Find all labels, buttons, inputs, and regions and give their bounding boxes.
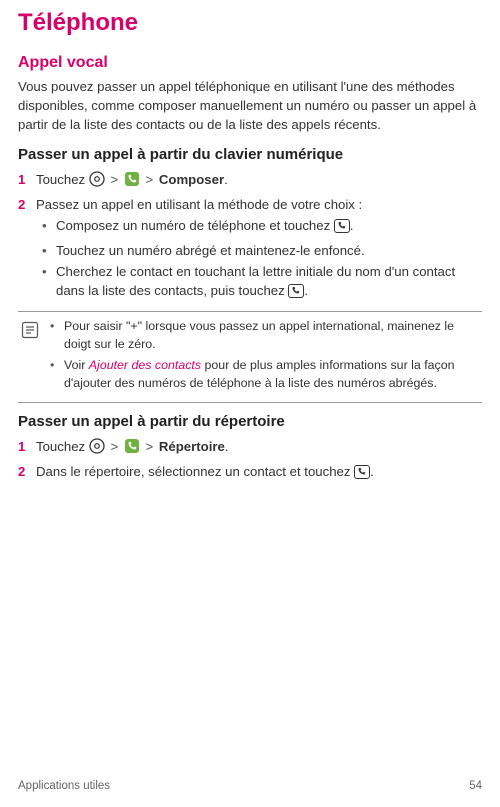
s1-b3-suffix: . bbox=[304, 283, 308, 298]
s1-step1-target: Composer bbox=[159, 172, 224, 187]
step-number: 1 bbox=[18, 437, 36, 459]
s1-b2-text: Touchez un numéro abrégé et maintenez-le… bbox=[56, 241, 365, 260]
chevron-right-icon: > bbox=[108, 437, 120, 456]
note-box: • Pour saisir "+" lorsque vous passez un… bbox=[18, 311, 482, 403]
page-number: 54 bbox=[469, 778, 482, 795]
bullet-icon: • bbox=[50, 318, 64, 354]
s1-b3-text: Cherchez le contact en touchant la lettr… bbox=[56, 264, 455, 298]
chevron-right-icon: > bbox=[144, 170, 156, 189]
s2-step2-text: Dans le répertoire, sélectionnez un cont… bbox=[36, 464, 354, 479]
s2-step1-target: Répertoire bbox=[159, 439, 225, 454]
bullet-icon: • bbox=[42, 216, 56, 238]
note2-prefix: Voir bbox=[64, 358, 89, 372]
call-icon bbox=[354, 465, 370, 484]
note-item1: • Pour saisir "+" lorsque vous passez un… bbox=[50, 318, 480, 354]
s2-step1-text: Touchez bbox=[36, 439, 89, 454]
link-ajouter-contacts[interactable]: Ajouter des contacts bbox=[89, 358, 201, 372]
home-circle-icon bbox=[89, 171, 105, 192]
call-icon bbox=[334, 219, 350, 238]
note-icon bbox=[20, 318, 50, 396]
step-number: 2 bbox=[18, 195, 36, 305]
bullet-icon: • bbox=[42, 241, 56, 260]
chevron-right-icon: > bbox=[144, 437, 156, 456]
dialer-app-icon bbox=[124, 438, 140, 459]
s1-bullet2: • Touchez un numéro abrégé et maintenez-… bbox=[36, 241, 482, 260]
dialer-app-icon bbox=[124, 171, 140, 192]
s2-step2-suffix: . bbox=[370, 464, 374, 479]
s1-step1-text: Touchez bbox=[36, 172, 89, 187]
step-number: 1 bbox=[18, 170, 36, 192]
section-appel-vocal: Appel vocal bbox=[18, 51, 482, 74]
bullet-icon: • bbox=[50, 357, 64, 393]
s2-step1-suffix: . bbox=[225, 439, 229, 454]
call-icon bbox=[288, 284, 304, 303]
s1-step2: 2 Passez un appel en utilisant la méthod… bbox=[18, 195, 482, 305]
note1-text: Pour saisir "+" lorsque vous passez un a… bbox=[64, 318, 480, 354]
note-item2: • Voir Ajouter des contacts pour de plus… bbox=[50, 357, 480, 393]
s2-step2: 2 Dans le répertoire, sélectionnez un co… bbox=[18, 462, 482, 484]
step-number: 2 bbox=[18, 462, 36, 484]
s2-step1: 1 Touchez > > Répertoire. bbox=[18, 437, 482, 459]
s1-b1-text: Composez un numéro de téléphone et touch… bbox=[56, 218, 334, 233]
bullet-icon: • bbox=[42, 262, 56, 303]
heading-repertoire: Passer un appel à partir du répertoire bbox=[18, 411, 482, 433]
footer-section: Applications utiles bbox=[18, 778, 110, 795]
s1-b1-suffix: . bbox=[350, 218, 354, 233]
intro-paragraph: Vous pouvez passer un appel téléphonique… bbox=[18, 77, 482, 134]
s1-step1-suffix: . bbox=[224, 172, 228, 187]
page-footer: Applications utiles 54 bbox=[18, 778, 482, 795]
page-title: Téléphone bbox=[18, 6, 482, 41]
chevron-right-icon: > bbox=[108, 170, 120, 189]
heading-clavier: Passer un appel à partir du clavier numé… bbox=[18, 144, 482, 166]
home-circle-icon bbox=[89, 438, 105, 459]
s1-step1: 1 Touchez > > Composer. bbox=[18, 170, 482, 192]
s1-bullet1: • Composez un numéro de téléphone et tou… bbox=[36, 216, 482, 238]
s1-step2-text: Passez un appel en utilisant la méthode … bbox=[36, 197, 362, 212]
s1-bullet3: • Cherchez le contact en touchant la let… bbox=[36, 262, 482, 303]
